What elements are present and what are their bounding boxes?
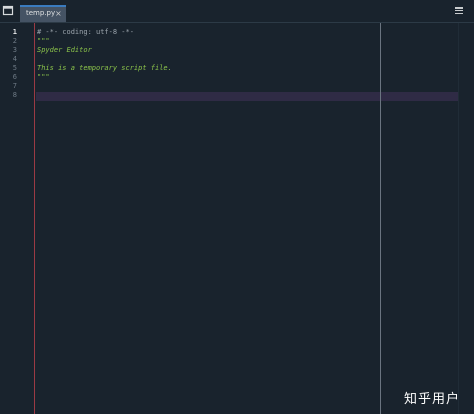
line-number: 5 <box>12 64 17 72</box>
code-line-2: """ <box>37 37 50 45</box>
browse-tabs-icon[interactable] <box>2 4 15 17</box>
spyder-editor-window: temp.py × 1 2 3 4 5 6 7 8 # -*- coding: … <box>0 0 474 414</box>
tab-label: temp.py <box>26 9 56 17</box>
edge-line-marker <box>380 23 381 414</box>
hamburger-menu-icon[interactable] <box>454 6 464 16</box>
line-number: 1 <box>12 28 17 36</box>
watermark-text: 知乎用户 <box>404 392 461 407</box>
close-icon[interactable]: × <box>55 8 62 19</box>
code-editor[interactable]: 1 2 3 4 5 6 7 8 # -*- coding: utf-8 -*- … <box>0 23 474 414</box>
gutter-border <box>34 23 35 414</box>
line-number: 3 <box>12 46 17 54</box>
scrollbar-track[interactable] <box>458 23 459 414</box>
code-line-1: # -*- coding: utf-8 -*- <box>37 28 134 36</box>
code-line-3: Spyder Editor <box>37 46 92 54</box>
code-line-5: This is a temporary script file. <box>37 64 172 72</box>
line-number: 4 <box>12 55 17 63</box>
code-line-6: """ <box>37 73 50 81</box>
line-number: 2 <box>12 37 17 45</box>
line-number: 7 <box>12 82 17 90</box>
line-number: 8 <box>12 91 17 99</box>
tab-temp-py[interactable]: temp.py × <box>20 5 66 22</box>
current-line-highlight <box>36 92 459 101</box>
line-number: 6 <box>12 73 17 81</box>
line-number-gutter: 1 2 3 4 5 6 7 8 <box>0 23 34 414</box>
editor-tab-bar: temp.py × <box>0 0 474 22</box>
